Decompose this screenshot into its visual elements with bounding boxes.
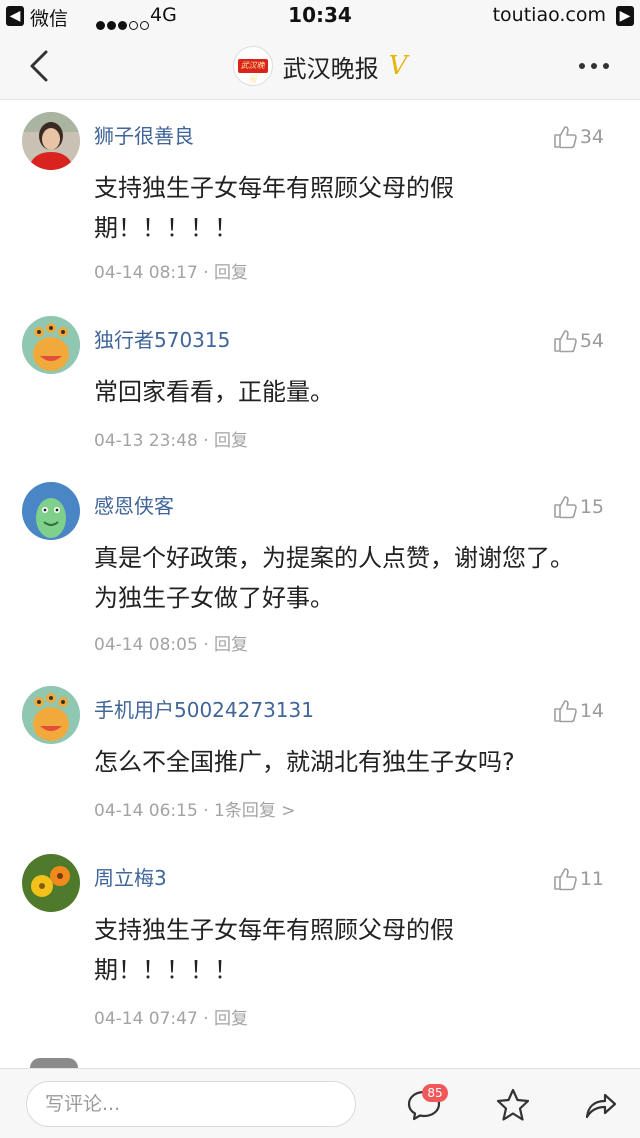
like-button[interactable]: 54 — [552, 328, 604, 354]
comment-meta: 04-14 08:05 · 回复 — [94, 630, 248, 655]
like-count: 14 — [579, 700, 604, 722]
like-count: 34 — [579, 126, 604, 148]
thumbs-up-icon — [554, 868, 577, 891]
avatar[interactable] — [22, 854, 80, 912]
thumbs-up-icon — [554, 700, 577, 723]
meta-separator: · — [203, 635, 209, 655]
comment-time: 04-14 07:47 — [94, 1009, 198, 1029]
reply-button[interactable]: 回复 — [214, 431, 248, 451]
domain-label: toutiao.com — [492, 4, 606, 26]
thumbs-up-icon — [554, 496, 577, 519]
status-bar: ◀ 微信 4G 10:34 toutiao.com ▶ — [0, 0, 640, 32]
comment-time: 04-13 23:48 — [94, 431, 198, 451]
next-comment-avatar-peek — [30, 1058, 78, 1068]
like-button[interactable]: 34 — [552, 124, 604, 150]
reply-button[interactable]: 回复 — [214, 1009, 248, 1029]
forward-to-browser-icon[interactable]: ▶ — [616, 6, 634, 26]
comment-item: 狮子很善良 34 支持独生子女每年有照顾父母的假期！！！！！ 04-14 08:… — [0, 112, 640, 302]
like-count: 15 — [579, 496, 604, 518]
like-count: 54 — [579, 330, 604, 352]
comment-meta: 04-14 08:17 · 回复 — [94, 258, 248, 283]
comment-username[interactable]: 感恩侠客 — [94, 490, 174, 519]
comment-username[interactable]: 手机用户50024273131 — [94, 694, 314, 723]
comment-count-badge: 85 — [422, 1084, 448, 1102]
comment-text: 支持独生子女每年有照顾父母的假期！！！！！ — [94, 174, 454, 242]
more-options-icon[interactable] — [576, 52, 612, 80]
comment-text: 支持独生子女每年有照顾父母的假期！！！！！ — [94, 916, 454, 984]
comment-username[interactable]: 周立梅3 — [94, 862, 167, 891]
thumbs-up-icon — [554, 126, 577, 149]
avatar[interactable] — [22, 482, 80, 540]
like-button[interactable]: 14 — [552, 698, 604, 724]
comment-meta: 04-14 07:47 · 回复 — [94, 1004, 248, 1029]
comment-item: 感恩侠客 15 真是个好政策，为提案的人点赞，谢谢您了。为独生子女做了好事。 0… — [0, 482, 640, 672]
comment-item: 手机用户50024273131 14 怎么不全国推广，就湖北有独生子女吗? 04… — [0, 686, 640, 836]
avatar[interactable] — [22, 686, 80, 744]
publisher-name: 武汉晚报 — [282, 54, 379, 83]
meta-separator: · — [203, 801, 209, 821]
comment-meta: 04-13 23:48 · 回复 — [94, 426, 248, 451]
reply-button[interactable]: 回复 — [214, 263, 248, 283]
bottom-bar — [0, 1068, 640, 1138]
publisher-logo-text: 武汉晚报 — [237, 59, 268, 84]
thumbs-up-icon — [554, 330, 577, 353]
comment-time: 04-14 08:17 — [94, 263, 198, 283]
comment-item: 周立梅3 11 支持独生子女每年有照顾父母的假期！！！！！ 04-14 07:4… — [0, 854, 640, 1044]
nav-title-group[interactable]: 武汉晚报 武汉晚报 V — [0, 46, 640, 86]
verified-badge-icon: V — [388, 51, 408, 81]
comment-username[interactable]: 独行者570315 — [94, 324, 230, 353]
publisher-logo: 武汉晚报 — [232, 46, 273, 86]
reply-button[interactable]: 回复 — [214, 635, 248, 655]
like-count: 11 — [579, 868, 604, 890]
meta-separator: · — [203, 431, 209, 451]
meta-separator: · — [203, 263, 209, 283]
comment-text: 怎么不全国推广，就湖北有独生子女吗? — [94, 748, 515, 776]
like-button[interactable]: 15 — [552, 494, 604, 520]
comment-time: 04-14 06:15 — [94, 801, 198, 821]
comment-time: 04-14 08:05 — [94, 635, 198, 655]
avatar[interactable] — [22, 112, 80, 170]
view-replies-button[interactable]: 1条回复 > — [214, 801, 295, 821]
comment-meta: 04-14 06:15 · 1条回复 > — [94, 796, 295, 821]
share-icon[interactable] — [580, 1085, 620, 1125]
avatar[interactable] — [22, 316, 80, 374]
nav-bar: 武汉晚报 武汉晚报 V — [0, 32, 640, 100]
meta-separator: · — [203, 1009, 209, 1029]
comment-username[interactable]: 狮子很善良 — [94, 120, 194, 149]
comment-text: 真是个好政策，为提案的人点赞，谢谢您了。为独生子女做了好事。 — [94, 544, 574, 612]
comment-input[interactable] — [26, 1081, 356, 1127]
comment-text: 常回家看看，正能量。 — [94, 378, 334, 406]
comment-item: 独行者570315 54 常回家看看，正能量。 04-13 23:48 · 回复 — [0, 316, 640, 466]
like-button[interactable]: 11 — [552, 866, 604, 892]
star-icon[interactable] — [493, 1085, 533, 1125]
